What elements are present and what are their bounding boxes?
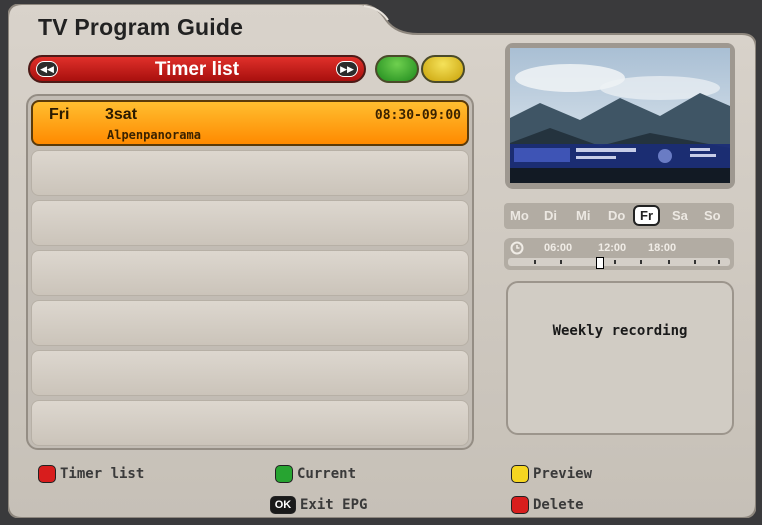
time-tick — [718, 260, 720, 264]
red-key-icon — [38, 465, 56, 483]
time-tick — [640, 260, 642, 264]
legend-label: Preview — [533, 466, 593, 482]
day-di[interactable]: Di — [544, 208, 557, 223]
timer-row-selected[interactable]: Fri 3sat 08:30-09:00 Alpenpanorama — [31, 100, 469, 146]
legend-timer-list[interactable]: Timer list — [38, 465, 144, 483]
time-tick — [668, 260, 670, 264]
video-preview — [505, 43, 735, 189]
legend-delete[interactable]: Delete — [511, 496, 584, 514]
time-tick — [534, 260, 536, 264]
page-title: TV Program Guide — [38, 14, 244, 40]
time-label-18: 18:00 — [648, 242, 677, 254]
time-track — [508, 258, 730, 266]
day-fr[interactable]: Fr — [633, 205, 660, 226]
timer-list: Fri 3sat 08:30-09:00 Alpenpanorama — [26, 94, 474, 450]
legend-label: Timer list — [60, 466, 145, 482]
timer-channel: 3sat — [105, 106, 138, 123]
green-key-icon — [275, 465, 293, 483]
time-tick — [694, 260, 696, 264]
ok-key-icon: OK — [270, 496, 296, 514]
empty-timer-row[interactable] — [31, 150, 469, 196]
info-panel: Weekly recording — [506, 281, 734, 435]
legend-label: Delete — [533, 497, 584, 513]
timer-time: 08:30-09:00 — [374, 108, 461, 123]
empty-timer-row[interactable] — [31, 200, 469, 246]
legend-current[interactable]: Current — [275, 465, 356, 483]
legend-exit-epg[interactable]: OK Exit EPG — [270, 496, 367, 514]
empty-timer-row[interactable] — [31, 250, 469, 296]
time-label-12: 12:00 — [598, 242, 627, 254]
timer-program: Alpenpanorama — [107, 128, 201, 142]
red-key-icon — [511, 496, 529, 514]
yellow-key-icon — [511, 465, 529, 483]
clock-icon — [510, 241, 524, 255]
day-mi[interactable]: Mi — [576, 208, 590, 223]
empty-timer-row[interactable] — [31, 300, 469, 346]
time-bar: 06:00 12:00 18:00 — [504, 238, 734, 270]
green-button[interactable] — [375, 55, 419, 83]
recording-type: Weekly recording — [552, 323, 688, 339]
header-title: Timer list — [154, 59, 240, 80]
timer-day: Fri — [49, 106, 70, 123]
legend-label: Exit EPG — [300, 497, 368, 513]
empty-timer-row[interactable] — [31, 350, 469, 396]
day-mo[interactable]: Mo — [510, 208, 529, 223]
timer-list-header: ◀◀ Timer list ▶▶ — [28, 55, 366, 83]
time-tick — [560, 260, 562, 264]
yellow-button[interactable] — [421, 55, 465, 83]
empty-timer-row[interactable] — [31, 400, 469, 446]
legend-label: Current — [297, 466, 357, 482]
day-do[interactable]: Do — [608, 208, 625, 223]
day-so[interactable]: So — [704, 208, 721, 223]
time-label-06: 06:00 — [544, 242, 573, 254]
fast-forward-icon[interactable]: ▶▶ — [336, 61, 358, 77]
weekday-selector: Mo Di Mi Do Fr Sa So — [504, 203, 734, 229]
legend-preview[interactable]: Preview — [511, 465, 592, 483]
day-sa[interactable]: Sa — [672, 208, 688, 223]
preview-image — [510, 48, 730, 183]
time-tick — [614, 260, 616, 264]
time-position-marker[interactable] — [596, 257, 604, 269]
